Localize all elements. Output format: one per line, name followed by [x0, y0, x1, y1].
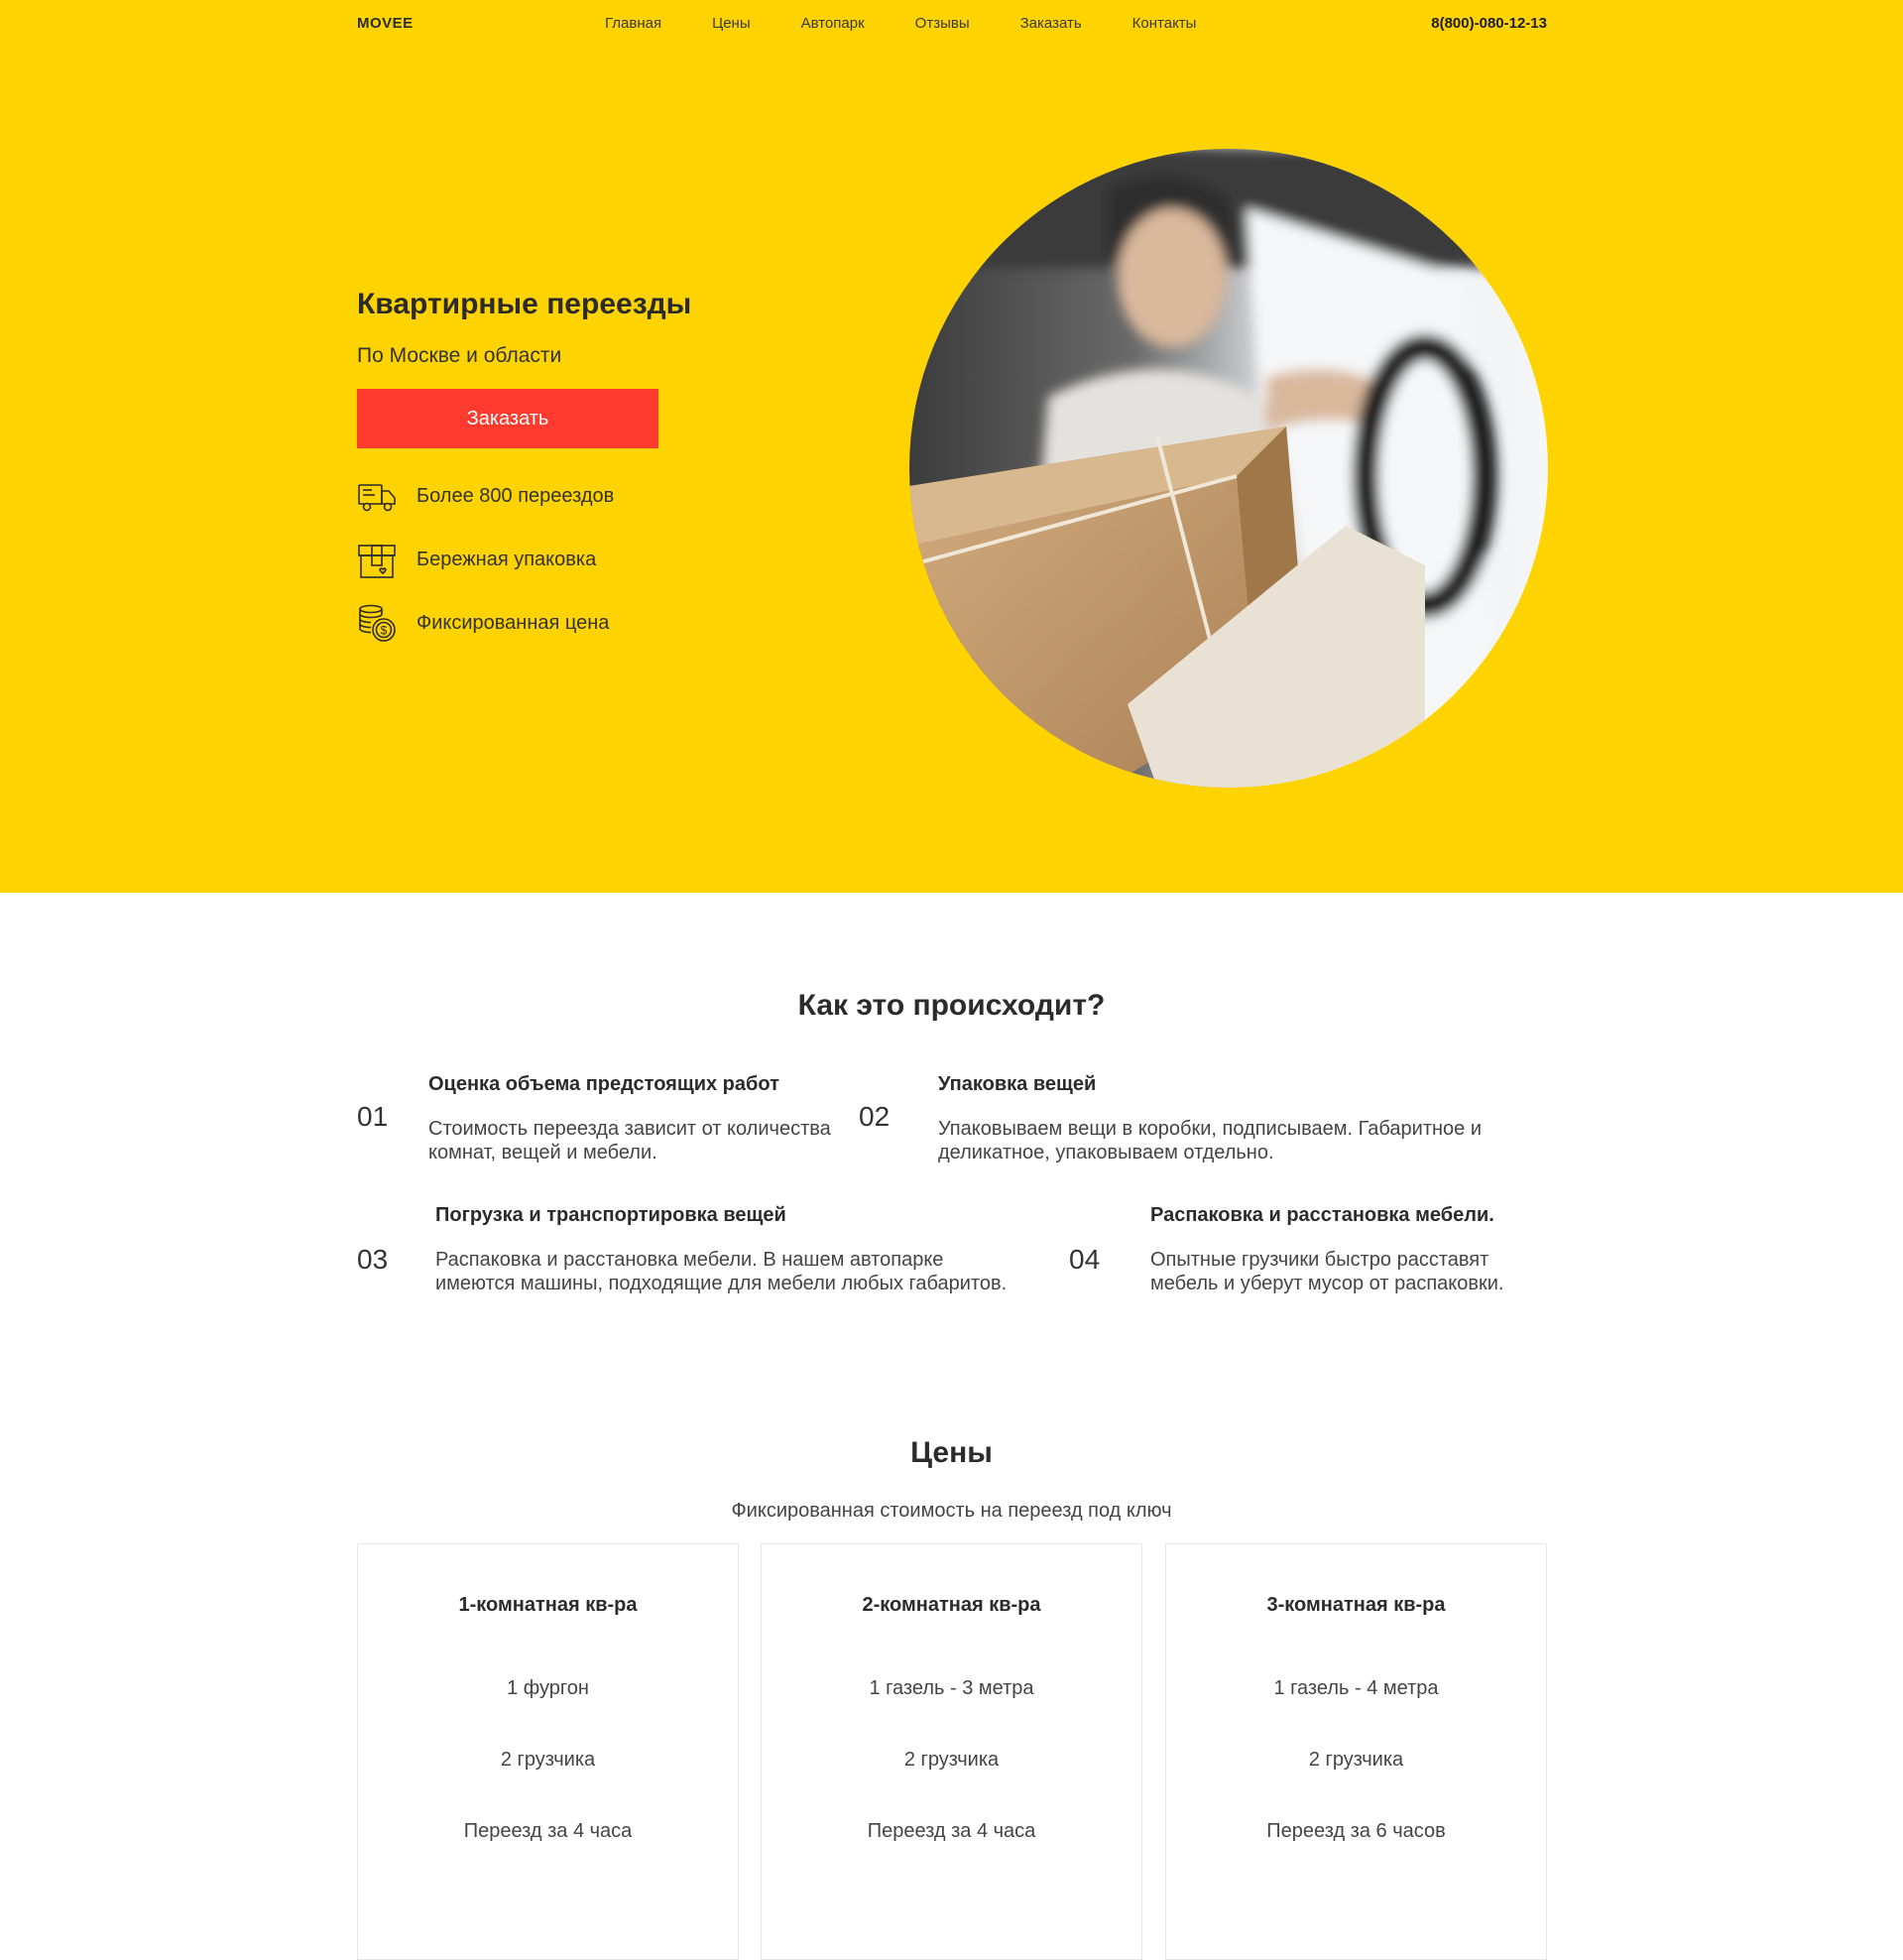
step-text: Упаковываем вещи в коробки, подписываем.…	[938, 1118, 1483, 1164]
main-nav: Главная Цены Автопарк Отзывы Заказать Ко…	[605, 15, 1247, 32]
feature-item: Бережная упаковка	[357, 540, 596, 579]
price-card-line: 2 грузчика	[903, 1749, 1000, 1771]
feature-item: Более 800 переездов	[357, 476, 614, 516]
feature-label: Более 800 переездов	[416, 484, 615, 507]
box-icon	[358, 545, 396, 578]
step-title: Упаковка вещей	[938, 1073, 1097, 1095]
step-text: Стоимость переезда зависит от количества…	[428, 1118, 831, 1164]
prices-title: Цены	[910, 1436, 993, 1469]
price-card-line: Переезд за 4 часа	[867, 1820, 1036, 1842]
prices-subtitle: Фиксированная стоимость на переезд под к…	[731, 1500, 1172, 1522]
price-card-title: 1-комнатная кв-ра	[458, 1594, 638, 1616]
step-number: 02	[859, 1101, 891, 1132]
hero-subtitle: По Москве и области	[357, 344, 562, 367]
feature-label: Бережная упаковка	[416, 548, 597, 570]
price-card-line: 1 газель - 4 метра	[1273, 1677, 1439, 1699]
price-card-line: Переезд за 6 часов	[1266, 1820, 1446, 1842]
price-card-line: 1 фургон	[507, 1677, 589, 1699]
feature-label: Фиксированная цена	[416, 611, 610, 634]
step-text: Опытные грузчики быстро расставят мебель…	[1150, 1249, 1504, 1294]
price-card: 1-комнатная кв-ра 1 фургон 2 грузчика Пе…	[357, 1543, 739, 1960]
nav-home[interactable]: Главная	[605, 15, 661, 32]
step-text: Распаковка и расстановка мебели. В нашем…	[435, 1249, 1008, 1294]
step-title: Погрузка и транспортировка вещей	[435, 1204, 786, 1226]
phone-number[interactable]: 8(800)-080-12-13	[1431, 15, 1547, 32]
steps-title: Как это происходит?	[797, 989, 1106, 1022]
price-card-line: Переезд за 4 часа	[463, 1820, 633, 1842]
feature-item: $ Фиксированная цена	[357, 603, 609, 643]
step-number: 01	[357, 1101, 389, 1132]
nav-contacts[interactable]: Контакты	[1132, 15, 1197, 32]
hero-title: Квартирные переезды	[357, 288, 692, 320]
nav-fleet[interactable]: Автопарк	[801, 15, 865, 32]
step-number: 04	[1069, 1244, 1101, 1275]
nav-reviews[interactable]: Отзывы	[915, 15, 970, 32]
price-card-title: 3-комнатная кв-ра	[1266, 1594, 1446, 1616]
step-number: 03	[357, 1244, 389, 1275]
order-button[interactable]: Заказать	[357, 389, 658, 448]
price-card-line: 2 грузчика	[1308, 1749, 1404, 1771]
nav-prices[interactable]: Цены	[712, 15, 751, 32]
step-title: Распаковка и расстановка мебели.	[1150, 1204, 1494, 1226]
price-card-line: 1 газель - 3 метра	[869, 1677, 1034, 1699]
svg-text:$: $	[381, 624, 388, 638]
price-card: 3-комнатная кв-ра 1 газель - 4 метра 2 г…	[1165, 1543, 1547, 1960]
coins-icon: $	[359, 604, 396, 642]
nav-order[interactable]: Заказать	[1020, 15, 1082, 32]
truck-icon	[358, 484, 396, 512]
price-card: 2-комнатная кв-ра 1 газель - 3 метра 2 г…	[761, 1543, 1142, 1960]
logo[interactable]: MOVEE	[357, 15, 414, 32]
price-card-title: 2-комнатная кв-ра	[862, 1594, 1041, 1616]
step-title: Оценка объема предстоящих работ	[428, 1073, 779, 1095]
price-card-line: 2 грузчика	[500, 1749, 596, 1771]
driver-photo	[909, 149, 1548, 788]
